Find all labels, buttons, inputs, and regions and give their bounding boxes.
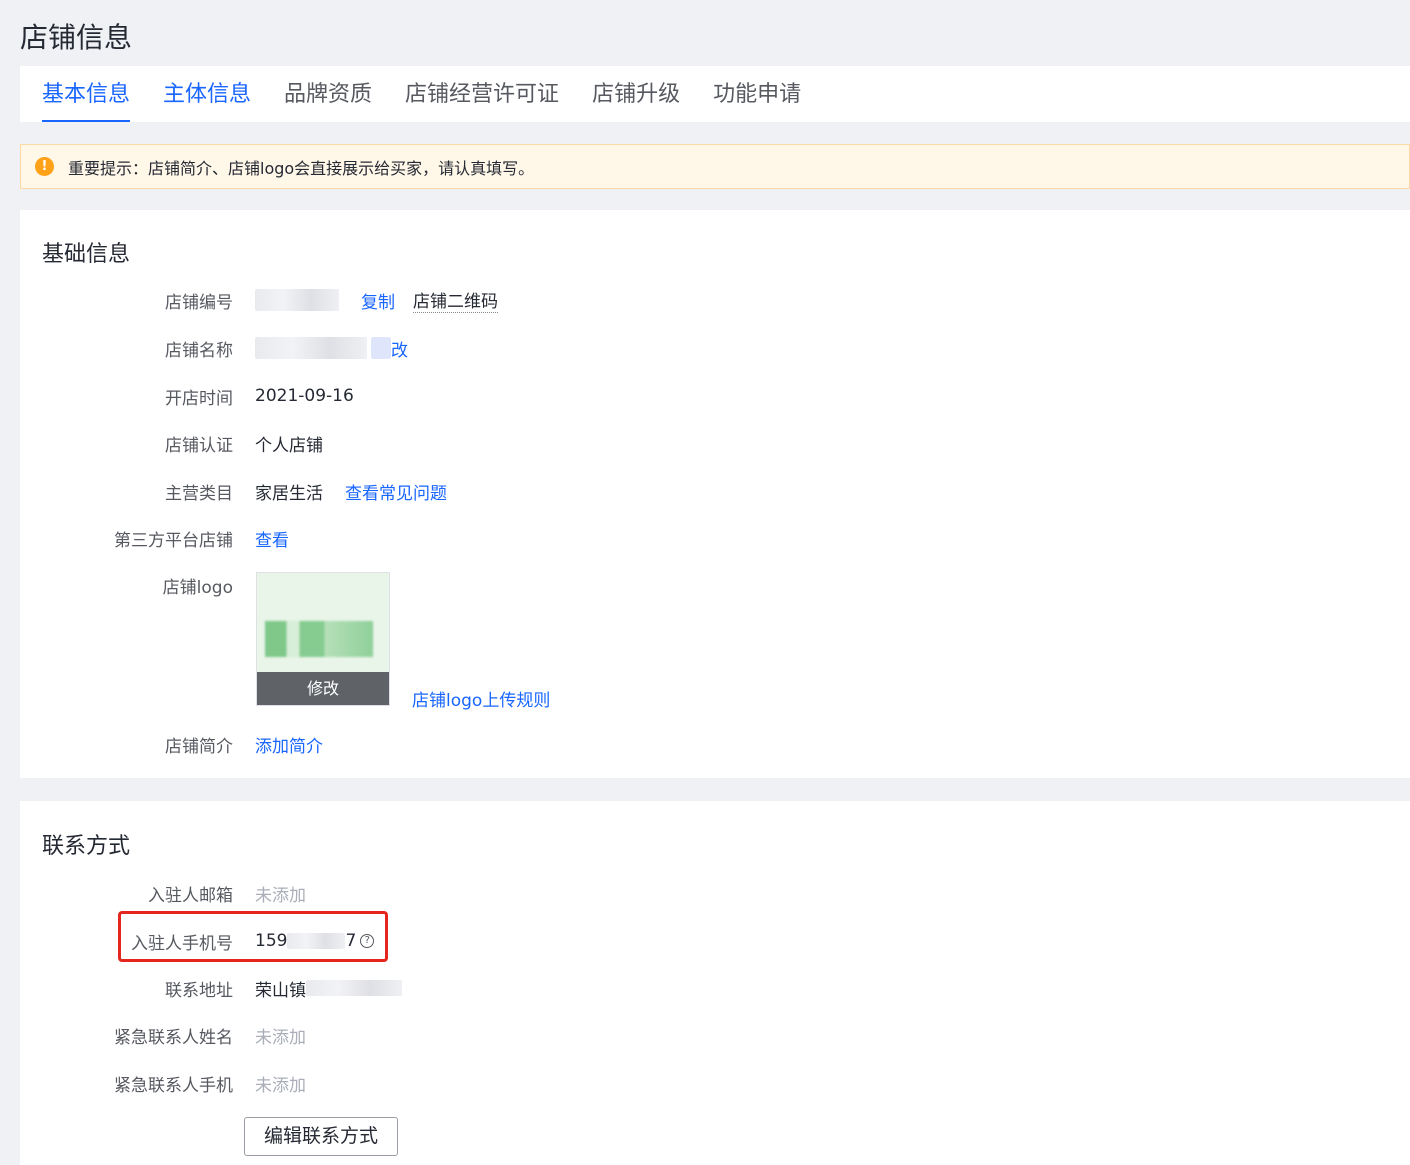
category-label: 主营类目 (165, 483, 233, 504)
basic-info-title: 基础信息 (42, 242, 131, 267)
email-value: 未添加 (255, 885, 306, 906)
address-row: 联系地址 荣山镇 (20, 976, 402, 1001)
emergency-name-value: 未添加 (255, 1027, 306, 1048)
tab-basic-info[interactable]: 基本信息 (42, 66, 131, 122)
logo-rules-link[interactable]: 店铺logo上传规则 (412, 686, 550, 711)
third-party-label: 第三方平台店铺 (114, 530, 233, 551)
contact-card: 联系方式 入驻人邮箱 未添加 入驻人手机号 159 7 ? 联系地址 荣山镇 紧… (20, 801, 1410, 1165)
emergency-name-label: 紧急联系人姓名 (114, 1027, 233, 1048)
emergency-phone-label: 紧急联系人手机 (114, 1075, 233, 1096)
shop-logo-image: 修改 (256, 572, 390, 706)
email-label: 入驻人邮箱 (148, 885, 233, 906)
shop-name-edit-redacted (371, 337, 391, 359)
notice-banner: ! 重要提示：店铺简介、店铺logo会直接展示给买家，请认真填写。 (20, 144, 1410, 189)
shop-name-row: 店铺名称 改 (20, 336, 408, 361)
emergency-name-row: 紧急联系人姓名 未添加 (20, 1023, 306, 1048)
emergency-phone-value: 未添加 (255, 1075, 306, 1096)
add-intro-link[interactable]: 添加简介 (255, 732, 323, 757)
third-party-view-link[interactable]: 查看 (255, 526, 289, 551)
phone-row: 入驻人手机号 159 7 ? (20, 929, 375, 954)
edit-contact-button[interactable]: 编辑联系方式 (244, 1117, 398, 1156)
shop-name-label: 店铺名称 (165, 340, 233, 361)
phone-suffix: 7 (345, 931, 357, 951)
contact-title: 联系方式 (42, 834, 131, 859)
help-icon[interactable]: ? (360, 934, 375, 948)
email-row: 入驻人邮箱 未添加 (20, 881, 306, 906)
third-party-row: 第三方平台店铺 查看 (20, 526, 289, 551)
shop-id-row: 店铺编号 复制 店铺二维码 (20, 287, 498, 313)
logo-label: 店铺logo (162, 577, 233, 598)
tab-entity-info[interactable]: 主体信息 (163, 66, 251, 122)
phone-redacted (287, 933, 346, 949)
open-time-value: 2021-09-16 (255, 386, 354, 406)
open-time-row: 开店时间 2021-09-16 (20, 384, 354, 409)
faq-link[interactable]: 查看常见问题 (345, 479, 447, 504)
open-time-label: 开店时间 (165, 388, 233, 409)
address-prefix: 荣山镇 (255, 980, 306, 1001)
intro-row: 店铺简介 添加简介 (20, 732, 323, 757)
tab-feature-apply[interactable]: 功能申请 (713, 66, 801, 122)
shop-id-value-redacted (255, 289, 339, 311)
emergency-phone-row: 紧急联系人手机 未添加 (20, 1071, 306, 1096)
address-label: 联系地址 (165, 980, 233, 1001)
tab-brand-qualification[interactable]: 品牌资质 (284, 66, 372, 122)
phone-prefix: 159 (255, 931, 288, 951)
copy-link[interactable]: 复制 (361, 288, 395, 313)
shop-qr-link[interactable]: 店铺二维码 (413, 287, 498, 313)
shop-name-value-redacted (255, 337, 367, 359)
shop-name-edit-link[interactable]: 改 (391, 336, 408, 361)
warning-icon: ! (35, 157, 54, 176)
phone-label: 入驻人手机号 (131, 933, 233, 954)
certification-value: 个人店铺 (255, 435, 323, 456)
shop-id-label: 店铺编号 (165, 292, 233, 313)
certification-row: 店铺认证 个人店铺 (20, 431, 323, 456)
category-value: 家居生活 (255, 483, 323, 504)
address-redacted (306, 980, 402, 996)
certification-label: 店铺认证 (165, 435, 233, 456)
logo-redacted (265, 621, 373, 657)
category-row: 主营类目 家居生活 查看常见问题 (20, 479, 447, 504)
intro-label: 店铺简介 (165, 736, 233, 757)
notice-text: 重要提示：店铺简介、店铺logo会直接展示给买家，请认真填写。 (68, 158, 535, 178)
tab-shop-upgrade[interactable]: 店铺升级 (592, 66, 680, 122)
logo-row: 店铺logo (20, 573, 233, 598)
basic-info-card: 基础信息 店铺编号 复制 店铺二维码 店铺名称 改 开店时间 2021-09-1… (20, 210, 1410, 778)
page-title: 店铺信息 (20, 21, 133, 54)
logo-edit-button[interactable]: 修改 (257, 672, 389, 705)
tab-business-license[interactable]: 店铺经营许可证 (405, 66, 559, 122)
tab-bar: 基本信息 主体信息 品牌资质 店铺经营许可证 店铺升级 功能申请 (20, 66, 1410, 122)
